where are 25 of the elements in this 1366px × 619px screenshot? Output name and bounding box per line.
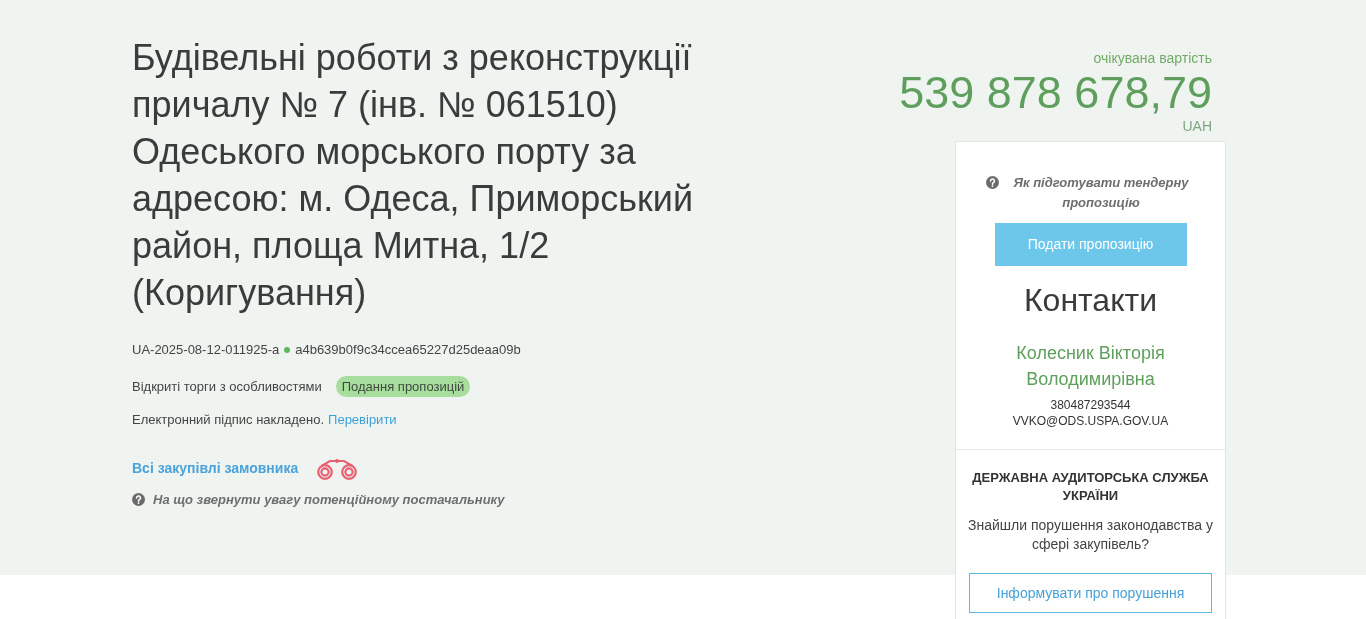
help-icon bbox=[132, 492, 145, 506]
contact-email: VVKO@ODS.USPA.GOV.UA bbox=[1012, 413, 1169, 429]
contact-name: Колесник Вікторія Володимирівна bbox=[1015, 342, 1166, 391]
expected-value-label: очікувана вартість bbox=[1093, 49, 1212, 68]
tender-title: Будівельні роботи з реконструкції причалу № 7 (інв. № 061510) Одеського морського порту за адресою: м. Одеса, Приморський район, площа Митна, 1/2 (Коригування) bbox=[132, 36, 695, 315]
buyer-procurements-link[interactable]: Всі закупівлі замовника bbox=[132, 458, 299, 479]
expected-value-amount: 539 878 678,79 bbox=[899, 69, 1212, 117]
status-dot-icon bbox=[284, 346, 291, 353]
audit-question: Знайшли порушення законодавства у сфері закупівель? bbox=[967, 516, 1214, 554]
submit-bid-button[interactable]: Подати пропозицію bbox=[994, 223, 1187, 266]
contacts-heading: Контакти bbox=[1023, 281, 1158, 320]
report-violation-button[interactable]: Інформувати про порушення bbox=[969, 573, 1212, 613]
contact-phone: 380487293544 bbox=[1050, 397, 1131, 413]
bid-help-link[interactable]: Як підготувати тендерну пропозицію bbox=[1006, 173, 1196, 213]
procedure-type: Відкриті торги з особливостями bbox=[132, 377, 322, 396]
audit-service-title: ДЕРЖАВНА АУДИТОРСЬКА СЛУЖБА УКРАЇНИ bbox=[971, 469, 1210, 505]
help-icon bbox=[985, 176, 999, 189]
currency-label: UAH bbox=[1182, 117, 1212, 135]
tender-hash: a4b639b0f9c34ccea65227d25deaa09b bbox=[295, 341, 521, 359]
status-badge: Подання пропозицій bbox=[335, 375, 471, 397]
signature-text: Електронний підпис накладено. bbox=[132, 411, 325, 429]
tender-id: UA-2025-08-12-011925-a bbox=[132, 341, 280, 359]
supplier-hint-link[interactable]: На що звернути увагу потенційному постачальнику bbox=[153, 489, 505, 509]
verify-link[interactable]: Перевірити bbox=[328, 410, 397, 430]
binoculars-icon bbox=[316, 457, 359, 480]
